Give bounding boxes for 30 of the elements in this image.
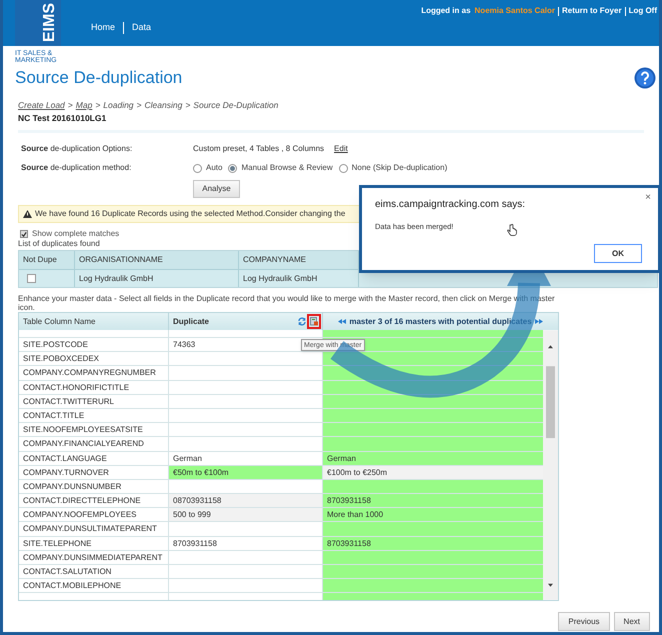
logo: EIMS — [15, 0, 61, 46]
list-title: List of duplicates found — [18, 239, 101, 249]
master-cell: More than 1000 — [323, 508, 544, 522]
page-title: Source De-duplication — [15, 68, 182, 88]
radio-label: None (Skip De-duplication) — [352, 162, 448, 174]
breadcrumb-item: Loading — [103, 98, 134, 112]
breadcrumb-separator: > — [185, 98, 190, 112]
master-cell: 8703931158 — [323, 494, 544, 508]
radio-label: Auto — [206, 162, 222, 174]
column-header: Table Column Name — [19, 313, 169, 330]
column-header: Duplicate — [172, 316, 210, 328]
radio-label: Manual Browse & Review — [241, 162, 333, 174]
dialog-title: eims.campaigntracking.com says: — [375, 198, 526, 212]
master-cell: €100m to €250m — [323, 466, 544, 479]
options-value: Custom preset, 4 Tables , 8 Columns — [193, 143, 324, 155]
user-name: Noemia Santos Calor — [474, 5, 555, 17]
master-cell: German — [323, 452, 544, 465]
table-cell: Log Hydraulik GmbH — [75, 270, 239, 287]
warning-text: We have found 16 Duplicate Records using the selected Method.Consider changing the — [35, 208, 346, 220]
breadcrumb-item: Cleansing — [144, 98, 182, 112]
login-label: Logged in as — [421, 5, 471, 17]
breadcrumb-separator: > — [95, 98, 100, 112]
breadcrumb-separator: > — [68, 98, 73, 112]
breadcrumb-separator: > — [136, 98, 142, 112]
method-label: Source de-duplication method: — [21, 162, 132, 174]
breadcrumb-item: Source De-Duplication — [193, 98, 278, 112]
load-name: NC Test 20161010LG1 — [18, 113, 108, 123]
options-label: Source de-duplication Options: — [21, 143, 134, 155]
checkbox-label: Show complete matches — [32, 228, 120, 240]
master-cell: 8703931158 — [323, 536, 544, 550]
